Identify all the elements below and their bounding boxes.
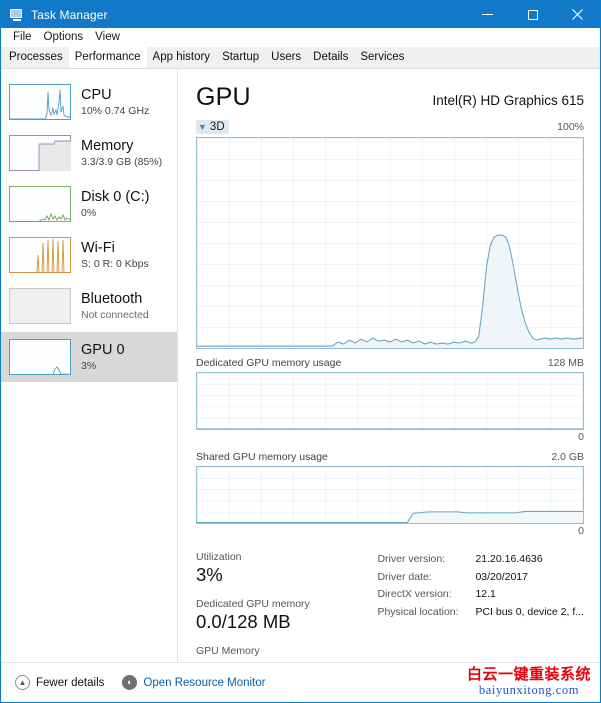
dedicated-memory-label: Dedicated GPU memory usage xyxy=(196,357,342,369)
gpu-model-name: Intel(R) HD Graphics 615 xyxy=(432,93,584,108)
bluetooth-thumbnail-graph xyxy=(9,288,71,324)
tab-details[interactable]: Details xyxy=(307,46,354,68)
info-row-driver-version: Driver version: 21.20.16.4636 xyxy=(377,551,584,569)
gpu-utilization-chart xyxy=(196,137,584,349)
tab-performance[interactable]: Performance xyxy=(68,46,147,68)
chevron-up-icon: ▲ xyxy=(15,675,30,690)
title-bar: Task Manager xyxy=(1,1,600,28)
open-resource-monitor-button[interactable]: ◐ Open Resource Monitor xyxy=(122,675,265,690)
tab-users[interactable]: Users xyxy=(265,46,307,68)
menu-item-file[interactable]: File xyxy=(7,28,38,47)
menu-bar: File Options View xyxy=(1,28,600,47)
sidebar-item-gpu-0[interactable]: GPU 0 3% xyxy=(1,332,177,382)
fewer-details-button[interactable]: ▲ Fewer details xyxy=(15,675,104,690)
watermark: 白云一键重装系统 baiyunxitong.com xyxy=(467,665,591,698)
shared-memory-chart xyxy=(196,466,584,524)
engine-dropdown[interactable]: ▼ 3D xyxy=(196,120,229,134)
dedicated-memory-max: 128 MB xyxy=(547,357,584,369)
sidebar-item-sublabel: Not connected xyxy=(81,308,149,321)
info-key: Driver version: xyxy=(377,553,446,565)
watermark-cn: 白云一键重装系统 xyxy=(466,665,591,683)
sidebar-item-label: CPU xyxy=(81,86,112,103)
window-title: Task Manager xyxy=(31,7,108,22)
info-value: 12.1 xyxy=(475,588,496,600)
info-key: Driver date: xyxy=(377,570,432,583)
sidebar-item-sublabel: S: 0 R: 0 Kbps xyxy=(81,257,149,270)
sidebar-item-label: Disk 0 (C:) xyxy=(81,188,150,205)
engine-label: 3D xyxy=(209,121,225,133)
menu-item-options[interactable]: Options xyxy=(38,28,90,47)
dedicated-memory-label-row: Dedicated GPU memory usage 128 MB xyxy=(196,357,584,369)
stat-value: 0.0/128 MB xyxy=(196,611,291,632)
page-title: GPU xyxy=(196,83,251,111)
info-key: DirectX version: xyxy=(377,588,452,600)
sidebar-item-label: Wi-Fi xyxy=(81,239,115,256)
engine-max-label: 100% xyxy=(557,121,584,133)
sidebar-item-cpu[interactable]: CPU 10% 0.74 GHz xyxy=(1,77,177,127)
info-value: PCI bus 0, device 2, f... xyxy=(475,605,584,618)
open-resource-monitor-label: Open Resource Monitor xyxy=(143,676,266,689)
shared-memory-label-row: Shared GPU memory usage 2.0 GB xyxy=(196,451,584,463)
info-row-driver-date: Driver date: 03/20/2017 xyxy=(377,569,584,587)
tab-startup[interactable]: Startup xyxy=(216,46,265,68)
task-manager-icon xyxy=(10,8,24,21)
sidebar-item-sublabel: 3% xyxy=(81,359,97,372)
stat-label: GPU Memory xyxy=(196,645,260,657)
fewer-details-label: Fewer details xyxy=(36,676,105,689)
close-button[interactable] xyxy=(555,1,600,28)
tab-processes[interactable]: Processes xyxy=(3,46,69,68)
dedicated-memory-zero: 0 xyxy=(578,431,584,443)
watermark-en: baiyunxitong.com xyxy=(478,683,580,697)
info-value: 03/20/2017 xyxy=(475,570,528,583)
sidebar-item-disk[interactable]: Disk 0 (C:) 0% xyxy=(1,179,177,229)
sidebar-item-memory[interactable]: Memory 3.3/3.9 GB (85%) xyxy=(1,128,177,178)
memory-thumbnail-graph xyxy=(9,135,71,171)
tab-bar: Processes Performance App history Startu… xyxy=(1,46,600,69)
sidebar-item-sublabel: 10% 0.74 GHz xyxy=(81,104,150,117)
menu-item-view[interactable]: View xyxy=(89,28,126,47)
gpu-thumbnail-graph xyxy=(9,339,71,375)
engine-selector-row: ▼ 3D 100% xyxy=(196,120,584,134)
sidebar-item-label: GPU 0 xyxy=(81,341,125,358)
stat-value: 3% xyxy=(196,564,223,585)
sidebar-item-wifi[interactable]: Wi-Fi S: 0 R: 0 Kbps xyxy=(1,230,177,280)
tab-services[interactable]: Services xyxy=(354,46,410,68)
task-manager-window: Task Manager File Options View Processes… xyxy=(0,0,601,703)
sidebar-item-label: Bluetooth xyxy=(81,290,143,307)
stat-label: Dedicated GPU memory xyxy=(196,598,310,610)
footer-bar: ▲ Fewer details ◐ Open Resource Monitor … xyxy=(1,662,600,702)
minimize-button[interactable] xyxy=(465,1,510,28)
stat-label: Utilization xyxy=(196,551,242,563)
chevron-down-icon: ▼ xyxy=(198,121,207,132)
sidebar-item-sublabel: 0% xyxy=(81,206,97,219)
stat-dedicated-gpu-memory: Dedicated GPU memory 0.0/128 MB xyxy=(196,597,310,633)
info-row-directx-version: DirectX version: 12.1 xyxy=(377,586,584,604)
cpu-thumbnail-graph xyxy=(9,84,71,120)
sidebar-item-label: Memory xyxy=(81,137,134,154)
content-area: CPU 10% 0.74 GHz Memory 3.3/3.9 GB (85%) xyxy=(1,69,600,703)
shared-memory-zero: 0 xyxy=(578,525,584,537)
shared-memory-max: 2.0 GB xyxy=(551,451,584,463)
stat-utilization: Utilization 3% xyxy=(196,550,301,586)
info-row-physical-location: Physical location: PCI bus 0, device 2, … xyxy=(377,604,584,622)
maximize-button[interactable] xyxy=(510,1,555,28)
info-key: Physical location: xyxy=(377,605,459,618)
tab-app-history[interactable]: App history xyxy=(147,46,217,68)
wifi-thumbnail-graph xyxy=(9,237,71,273)
gpu-detail-panel: GPU Intel(R) HD Graphics 615 ▼ 3D 100% D… xyxy=(178,69,600,703)
dedicated-memory-chart xyxy=(196,372,584,430)
sidebar-item-bluetooth[interactable]: Bluetooth Not connected xyxy=(1,281,177,331)
performance-sidebar: CPU 10% 0.74 GHz Memory 3.3/3.9 GB (85%) xyxy=(1,69,178,662)
info-value: 21.20.16.4636 xyxy=(475,553,543,565)
sidebar-item-sublabel: 3.3/3.9 GB (85%) xyxy=(81,155,163,168)
disk-thumbnail-graph xyxy=(9,186,71,222)
shared-memory-label: Shared GPU memory usage xyxy=(196,451,328,463)
gpu-header: GPU Intel(R) HD Graphics 615 xyxy=(196,83,584,112)
resource-monitor-icon: ◐ xyxy=(122,675,138,690)
